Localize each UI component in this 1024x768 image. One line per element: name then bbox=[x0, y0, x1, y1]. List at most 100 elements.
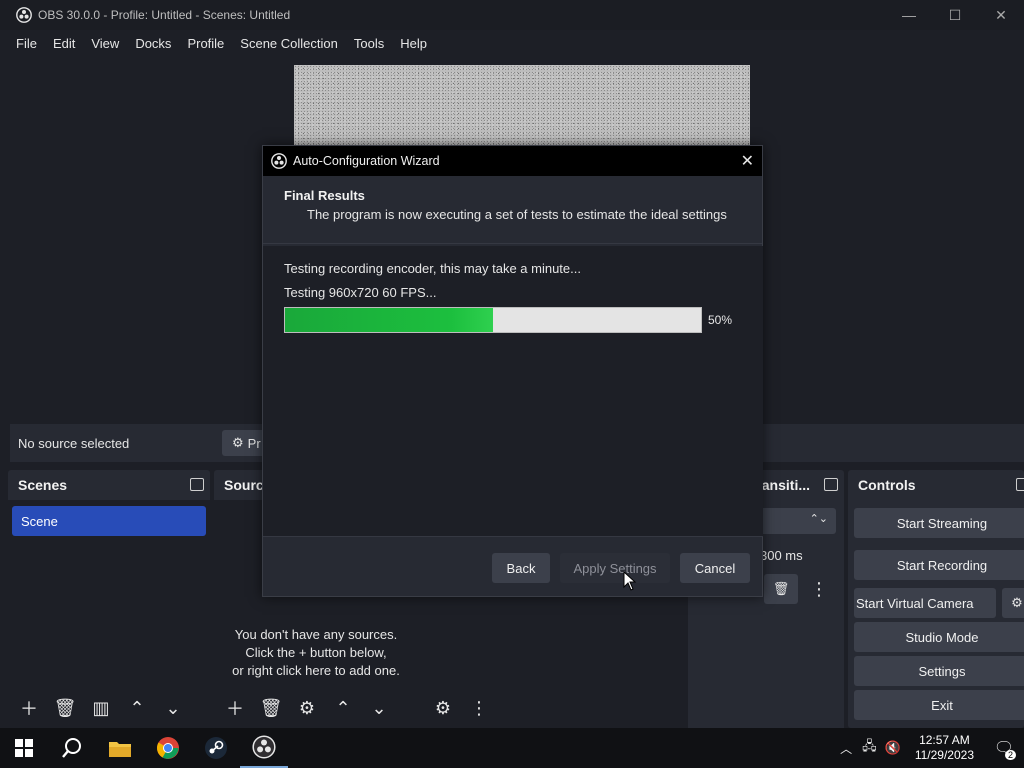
menu-docks[interactable]: Docks bbox=[135, 36, 171, 51]
empty-line-3: or right click here to add one. bbox=[232, 663, 400, 678]
updown-arrows-icon: ⌃⌄ bbox=[809, 513, 828, 525]
source-properties-button[interactable]: ⚙ bbox=[294, 695, 320, 721]
menu-view[interactable]: View bbox=[91, 36, 119, 51]
dialog-subheading: The program is now executing a set of te… bbox=[307, 207, 727, 222]
clock-time: 12:57 AM bbox=[919, 733, 970, 747]
plus-icon: ＋ bbox=[226, 699, 244, 719]
dialog-title: Auto-Configuration Wizard bbox=[293, 154, 440, 168]
virtual-camera-settings-button[interactable]: ⚙ bbox=[1002, 588, 1024, 618]
trash-icon: 🗑 bbox=[53, 697, 77, 718]
start-virtual-camera-button[interactable]: Start Virtual Camera bbox=[854, 588, 996, 618]
menu-help[interactable]: Help bbox=[400, 36, 427, 51]
title-bar: OBS 30.0.0 - Profile: Untitled - Scenes:… bbox=[0, 0, 1024, 30]
chevron-up-icon: ⌃ bbox=[129, 697, 145, 718]
file-explorer-taskbar-button[interactable] bbox=[96, 728, 144, 768]
remove-source-button[interactable]: 🗑 bbox=[258, 695, 284, 721]
obs-logo-icon bbox=[252, 735, 276, 759]
chrome-taskbar-button[interactable] bbox=[144, 728, 192, 768]
undock-icon[interactable] bbox=[1016, 478, 1024, 491]
preview-canvas[interactable] bbox=[294, 65, 750, 155]
clock-date: 11/29/2023 bbox=[914, 748, 974, 762]
menu-file[interactable]: File bbox=[16, 36, 37, 51]
menu-scene-collection[interactable]: Scene Collection bbox=[240, 36, 338, 51]
settings-button[interactable]: Settings bbox=[854, 656, 1024, 686]
advanced-audio-button[interactable]: ⚙ bbox=[430, 695, 456, 721]
folder-icon bbox=[109, 742, 131, 757]
add-source-button[interactable]: ＋ bbox=[222, 695, 248, 721]
transition-menu-button[interactable]: ⋮ bbox=[804, 574, 834, 604]
dialog-footer: Back Apply Settings Cancel bbox=[263, 538, 763, 596]
close-icon: ✕ bbox=[740, 153, 754, 170]
move-scene-up-button[interactable]: ⌃ bbox=[124, 695, 150, 721]
clock[interactable]: 12:57 AM 11/29/2023 bbox=[915, 733, 974, 763]
gears-icon: ⚙ bbox=[434, 697, 452, 718]
scene-list-item[interactable]: Scene bbox=[12, 506, 206, 536]
scene-filters-button[interactable]: ▥ bbox=[88, 695, 114, 721]
gear-icon: ⚙ bbox=[1011, 595, 1023, 610]
chevron-up-icon[interactable]: ︿ bbox=[840, 740, 852, 757]
menu-edit[interactable]: Edit bbox=[53, 36, 75, 51]
menu-tools[interactable]: Tools bbox=[354, 36, 384, 51]
trash-icon: 🗑 bbox=[259, 697, 283, 718]
notification-center-button[interactable]: 🗨 2 bbox=[984, 728, 1024, 768]
steam-icon bbox=[205, 737, 227, 759]
chrome-icon bbox=[157, 737, 179, 759]
network-icon[interactable]: 🖧 bbox=[862, 737, 877, 759]
window-title: OBS 30.0.0 - Profile: Untitled - Scenes:… bbox=[38, 8, 291, 22]
steam-taskbar-button[interactable] bbox=[192, 728, 240, 768]
status-line-1: Testing recording encoder, this may take… bbox=[284, 261, 581, 276]
scenes-toolbar: ＋ 🗑 ▥ ⌃ ⌄ bbox=[8, 688, 210, 728]
auto-config-wizard-dialog: Auto-Configuration Wizard ✕ Final Result… bbox=[262, 145, 763, 597]
progress-bar bbox=[284, 307, 702, 333]
mixer-menu-button[interactable]: ⋮ bbox=[466, 695, 492, 721]
properties-label: Pr bbox=[247, 435, 261, 451]
undock-icon[interactable] bbox=[190, 478, 204, 491]
volume-muted-icon[interactable]: 🔇 bbox=[885, 740, 901, 756]
add-scene-button[interactable]: ＋ bbox=[16, 695, 42, 721]
search-button[interactable] bbox=[48, 728, 96, 768]
studio-mode-button[interactable]: Studio Mode bbox=[854, 622, 1024, 652]
remove-scene-button[interactable]: 🗑 bbox=[52, 695, 78, 721]
start-streaming-button[interactable]: Start Streaming bbox=[854, 508, 1024, 538]
obs-logo-icon bbox=[16, 7, 32, 23]
empty-line-2: Click the + button below, bbox=[245, 645, 387, 660]
undock-icon[interactable] bbox=[824, 478, 838, 491]
move-source-down-button[interactable]: ⌄ bbox=[366, 695, 392, 721]
progress-fill bbox=[285, 308, 493, 332]
maximize-button[interactable]: ☐ bbox=[932, 0, 978, 30]
windows-logo-icon bbox=[15, 739, 33, 757]
chevron-up-icon: ⌃ bbox=[335, 697, 351, 718]
dialog-header: Final Results The program is now executi… bbox=[263, 176, 762, 244]
dialog-close-button[interactable]: ✕ bbox=[741, 151, 754, 171]
remove-transition-button[interactable]: 🗑 bbox=[764, 574, 798, 604]
system-tray: ︿ 🖧 🔇 12:57 AM 11/29/2023 🗨 2 bbox=[834, 728, 1024, 768]
menu-profile[interactable]: Profile bbox=[187, 36, 224, 51]
close-window-button[interactable]: ✕ bbox=[978, 0, 1024, 30]
windows-taskbar: ︿ 🖧 🔇 12:57 AM 11/29/2023 🗨 2 bbox=[0, 728, 1024, 768]
controls-dock-header: Controls bbox=[848, 470, 1024, 500]
dialog-title-bar: Auto-Configuration Wizard ✕ bbox=[263, 146, 762, 176]
obs-taskbar-button[interactable] bbox=[240, 728, 288, 768]
move-source-up-button[interactable]: ⌃ bbox=[330, 695, 356, 721]
sources-toolbar: ＋ 🗑 ⚙ ⌃ ⌄ bbox=[214, 688, 418, 728]
scenes-title: Scenes bbox=[18, 477, 68, 493]
filter-icon: ▥ bbox=[92, 697, 110, 718]
start-button[interactable] bbox=[0, 728, 48, 768]
start-recording-button[interactable]: Start Recording bbox=[854, 550, 1024, 580]
move-scene-down-button[interactable]: ⌄ bbox=[160, 695, 186, 721]
gear-icon: ⚙ bbox=[298, 697, 316, 718]
controls-dock: Controls Start Streaming Start Recording… bbox=[848, 470, 1024, 728]
search-icon bbox=[62, 738, 81, 758]
back-button[interactable]: Back bbox=[492, 553, 550, 583]
exit-button[interactable]: Exit bbox=[854, 690, 1024, 720]
gear-icon: ⚙ bbox=[232, 435, 244, 450]
chevron-down-icon: ⌄ bbox=[165, 697, 181, 718]
cancel-button[interactable]: Cancel bbox=[680, 553, 750, 583]
apply-settings-button[interactable]: Apply Settings bbox=[560, 553, 670, 583]
dialog-heading: Final Results bbox=[284, 188, 365, 203]
empty-line-1: You don't have any sources. bbox=[234, 627, 398, 642]
duration-value: 300 ms bbox=[760, 547, 803, 563]
transitions-title: ansiti... bbox=[761, 477, 810, 493]
status-line-2: Testing 960x720 60 FPS... bbox=[284, 285, 437, 300]
minimize-button[interactable]: — bbox=[886, 0, 932, 30]
